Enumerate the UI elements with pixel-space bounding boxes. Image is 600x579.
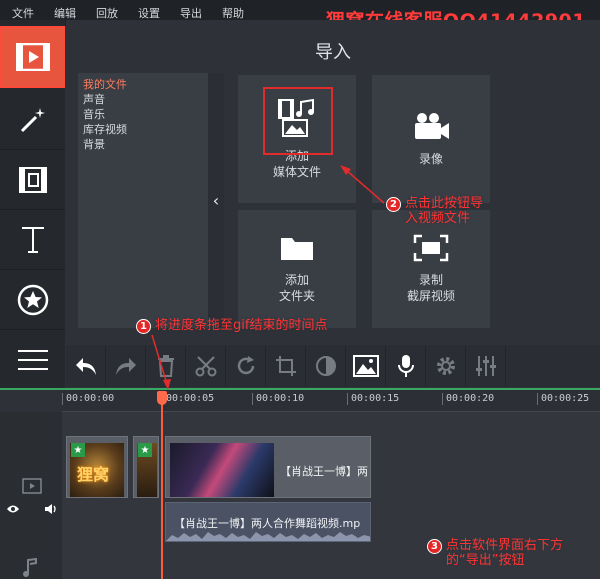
video-editor-window: 文件 编辑 回放 设置 导出 帮助 狸窝在线客服QQ41442901 导入 我的	[0, 0, 600, 579]
arrow-line	[151, 334, 168, 385]
annotation-3: 3 点击软件界面右下方 的“导出”按钮	[427, 538, 563, 568]
annotation-text: 入视频文件	[405, 211, 471, 226]
annotation-text: 点击软件界面右下方	[446, 538, 564, 553]
annotation-text: 将进度条拖至gif结束的时间点	[155, 318, 328, 333]
arrow-line	[345, 169, 385, 204]
arrow-head	[163, 379, 171, 390]
annotation-arrows	[151, 165, 385, 390]
annotation-number: 1	[136, 319, 151, 334]
annotation-number: 3	[427, 539, 442, 554]
annotation-2: 2 点击此按钮导 入视频文件	[386, 196, 483, 226]
annotation-number: 2	[386, 197, 401, 212]
annotation-text: 的“导出”按钮	[446, 553, 525, 568]
annotation-text: 点击此按钮导	[405, 196, 484, 211]
annotation-1: 1 将进度条拖至gif结束的时间点	[136, 318, 327, 334]
